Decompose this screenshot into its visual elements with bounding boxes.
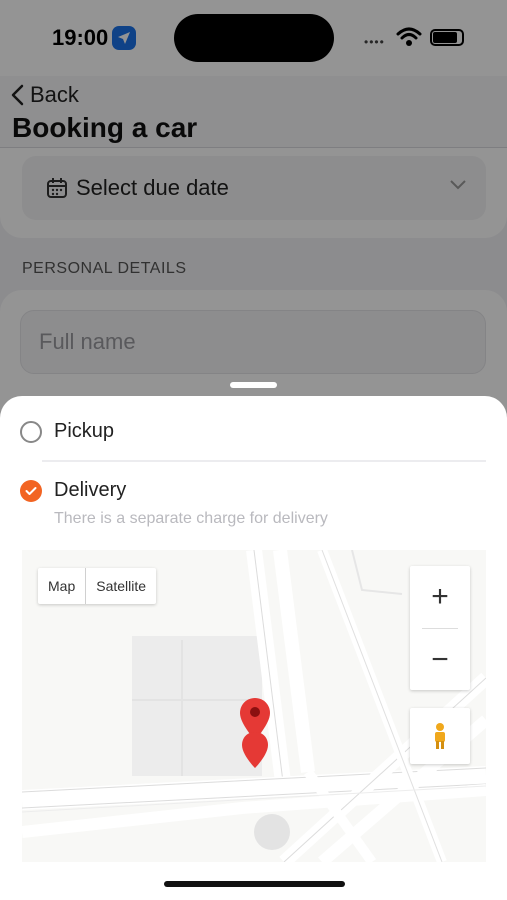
zoom-control: + − [410,566,470,690]
street-view-pegman-icon[interactable] [410,708,470,764]
radio-checked-icon [20,479,42,502]
divider [42,460,486,462]
option-delivery[interactable]: Delivery [20,479,126,502]
option-pickup-label: Pickup [54,420,115,442]
sheet-grabber[interactable] [230,382,277,388]
map-view[interactable]: Map Satellite + − [22,550,486,862]
map-pin-secondary-icon[interactable] [240,730,270,770]
zoom-out-button[interactable]: − [410,629,470,691]
zoom-in-button[interactable]: + [410,566,470,628]
map-type-map[interactable]: Map [38,568,87,604]
home-indicator[interactable] [164,881,345,887]
delivery-note: There is a separate charge for delivery [54,510,328,527]
option-pickup[interactable]: Pickup [20,420,114,443]
radio-unchecked-icon [20,420,42,443]
map-type-satellite[interactable]: Satellite [86,568,156,604]
map-type-control: Map Satellite [38,568,157,604]
option-delivery-label: Delivery [54,479,127,501]
